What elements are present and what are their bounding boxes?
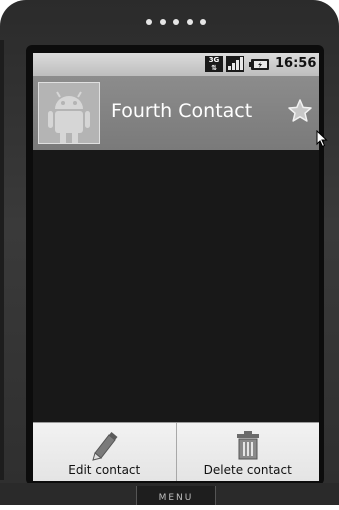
contact-photo[interactable] [38,82,100,144]
pencil-icon [92,432,118,461]
device-side-edge [0,40,4,480]
options-menu: Edit contact Delete contact [33,422,319,481]
edit-contact-label: Edit contact [68,463,141,477]
contact-name: Fourth Contact [111,100,253,122]
trash-icon [236,431,259,460]
delete-contact-label: Delete contact [203,463,292,477]
edit-contact-button[interactable]: Edit contact [33,423,176,481]
network-3g-icon: 3G ⇅ [205,56,223,72]
status-bar: 3G ⇅ 16:56 [33,53,319,76]
phone-device: 3G ⇅ 16:56 Fourth Contact Edit contact D… [0,0,339,505]
contact-details-area [33,150,319,420]
delete-contact-button[interactable]: Delete contact [175,423,320,481]
status-clock: 16:56 [275,56,317,71]
mouse-pointer-icon [316,130,328,148]
menu-hardware-key[interactable]: MENU [136,486,216,505]
favorite-star-icon[interactable] [287,98,313,124]
screen: 3G ⇅ 16:56 Fourth Contact Edit contact D… [33,53,319,481]
network-type-label: 3G [208,56,220,64]
signal-strength-icon [226,56,244,72]
android-avatar-icon [39,83,99,143]
contact-header: Fourth Contact [33,76,319,150]
earpiece-speaker [146,18,206,26]
battery-icon [249,59,269,70]
